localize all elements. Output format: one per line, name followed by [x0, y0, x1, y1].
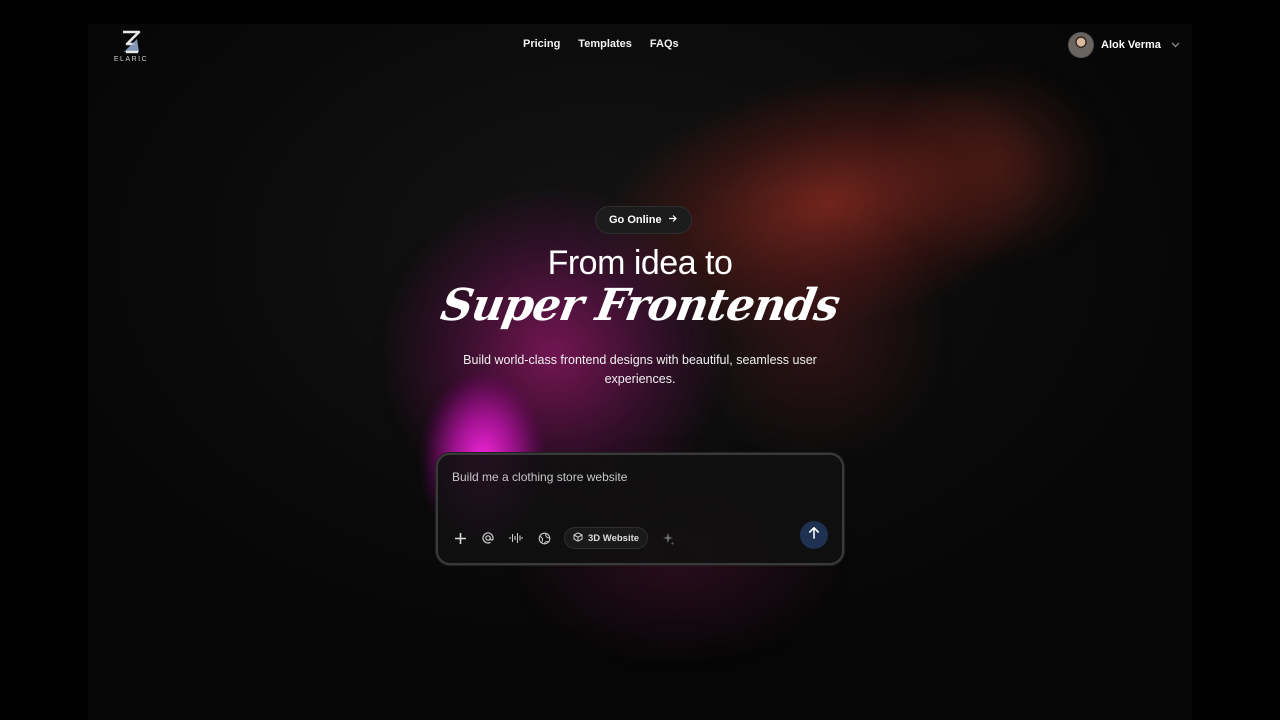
background-glow-dark-red	[688, 204, 948, 464]
waveform-icon[interactable]	[508, 530, 524, 546]
3d-website-chip[interactable]: 3D Website	[564, 527, 649, 549]
go-online-label: Go Online	[609, 214, 662, 226]
background-glow-red-right	[878, 64, 1108, 264]
go-online-button[interactable]: Go Online	[595, 206, 692, 234]
nav-item-templates[interactable]: Templates	[578, 38, 632, 50]
hero-title-line2: Super Frontends	[437, 280, 843, 331]
chevron-down-icon[interactable]	[1171, 40, 1180, 50]
nav-item-pricing[interactable]: Pricing	[523, 38, 560, 50]
send-button[interactable]	[800, 521, 828, 549]
prompt-toolbar: 3D Website	[452, 527, 676, 549]
brand-logo[interactable]: ELARIC	[112, 30, 150, 63]
arrow-up-icon	[808, 526, 820, 544]
plus-icon[interactable]	[452, 530, 468, 546]
top-nav: Pricing Templates FAQs	[523, 38, 679, 50]
3d-website-label: 3D Website	[588, 532, 640, 544]
globe-icon[interactable]	[536, 530, 552, 546]
at-icon[interactable]	[480, 530, 496, 546]
elaric-logo-icon	[123, 30, 141, 54]
arrow-right-icon	[668, 214, 678, 226]
user-name[interactable]: Alok Verma	[1101, 39, 1161, 51]
hero-title-line1: From idea to	[547, 244, 733, 282]
cube-icon	[573, 531, 583, 545]
logo-text: ELARIC	[113, 56, 149, 63]
landing-page: ELARIC Pricing Templates FAQs Alok Verma…	[88, 24, 1192, 720]
avatar[interactable]	[1068, 32, 1094, 58]
user-menu[interactable]: Alok Verma	[1068, 32, 1180, 58]
prompt-box: 3D Website	[436, 453, 844, 565]
prompt-input[interactable]	[450, 469, 824, 485]
hero-subtitle: Build world-class frontend designs with …	[463, 353, 817, 386]
sparkle-icon[interactable]	[660, 530, 676, 546]
nav-item-faqs[interactable]: FAQs	[650, 38, 679, 50]
